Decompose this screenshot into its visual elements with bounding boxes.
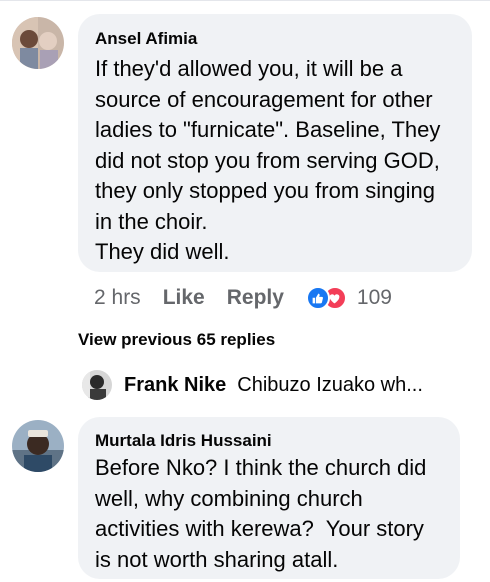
- avatar-image: [12, 420, 64, 472]
- comment-actions: 2 hrs Like Reply 109: [94, 282, 392, 314]
- comment-timestamp[interactable]: 2 hrs: [94, 286, 141, 310]
- reply-author[interactable]: Frank Nike: [124, 374, 226, 397]
- avatar-image: [12, 17, 64, 69]
- reply-snippet[interactable]: Chibuzo Izuako wh...: [237, 374, 423, 397]
- like-button[interactable]: Like: [163, 286, 205, 310]
- comment-thread: Ansel Afimia If they'd allowed you, it w…: [0, 0, 490, 582]
- comment-bubble: Ansel Afimia If they'd allowed you, it w…: [78, 14, 472, 272]
- reaction-count[interactable]: 109: [357, 286, 392, 310]
- view-previous-replies-link[interactable]: View previous 65 replies: [78, 330, 275, 350]
- comment-author[interactable]: Ansel Afimia: [95, 29, 197, 49]
- comment-bubble: Murtala Idris Hussaini Before Nko? I thi…: [78, 417, 460, 579]
- avatar-image: [82, 370, 112, 400]
- reply-button[interactable]: Reply: [227, 286, 284, 310]
- reactions-summary[interactable]: [305, 286, 347, 310]
- avatar-ansel-afimia[interactable]: [12, 17, 64, 69]
- comment-text: Before Nko? I think the church did well,…: [95, 455, 427, 572]
- comment-author[interactable]: Murtala Idris Hussaini: [95, 431, 272, 451]
- avatar-frank-nike[interactable]: [82, 370, 112, 400]
- avatar-murtala-idris-hussaini[interactable]: [12, 420, 64, 472]
- divider: [0, 0, 490, 1]
- collapsed-reply[interactable]: Frank Nike Chibuzo Izuako wh...: [82, 368, 482, 402]
- comment-text: If they'd allowed you, it will be a sour…: [95, 56, 441, 264]
- like-reaction-icon: [305, 286, 330, 310]
